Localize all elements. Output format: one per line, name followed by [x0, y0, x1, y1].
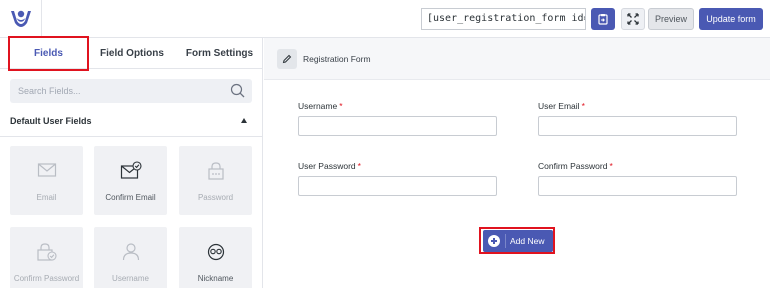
fields-tab-highlight [8, 36, 89, 71]
lock-icon [207, 162, 224, 180]
edit-form-title-button[interactable] [277, 49, 297, 69]
preview-button[interactable]: Preview [648, 8, 694, 30]
form-builder-canvas: Registration Form Username * User Email * … [264, 38, 770, 288]
required-marker: * [357, 161, 361, 171]
copy-shortcode-button[interactable] [591, 8, 615, 30]
user-email-input[interactable] [538, 116, 737, 136]
user-password-label: User Password * [298, 161, 361, 171]
lock-check-icon [36, 243, 57, 261]
user-icon [122, 243, 139, 261]
caret-up-icon[interactable] [241, 118, 247, 123]
required-marker: * [339, 101, 343, 111]
top-toolbar: [user_registration_form id="8"] Preview … [0, 0, 770, 38]
field-card-confirm-password[interactable]: Confirm Password [10, 227, 83, 288]
user-registration-logo-icon[interactable] [8, 6, 34, 32]
envelope-check-icon [120, 161, 142, 179]
shortcode-field[interactable]: [user_registration_form id="8"] [421, 8, 586, 30]
user-password-input[interactable] [298, 176, 497, 196]
field-card-nickname[interactable]: Nickname [179, 227, 252, 288]
pencil-icon [282, 54, 292, 64]
field-label: Email [36, 193, 57, 202]
search-input[interactable]: Search Fields... [18, 79, 81, 103]
add-new-highlight [479, 227, 555, 254]
field-label: Password [197, 193, 234, 202]
update-form-button[interactable]: Update form [699, 8, 763, 30]
search-fields[interactable]: Search Fields... [10, 79, 252, 103]
section-title: Default User Fields [10, 116, 92, 126]
fullscreen-button[interactable] [621, 8, 645, 30]
fields-sidebar: Fields Field Options Form Settings Searc… [0, 36, 263, 288]
form-title: Registration Form [303, 54, 371, 64]
clipboard-icon [598, 14, 608, 25]
divider [41, 0, 42, 38]
divider [0, 136, 263, 137]
search-icon [230, 83, 245, 98]
mask-icon [207, 243, 224, 261]
field-label: Confirm Password [13, 274, 80, 283]
tab-field-options[interactable]: Field Options [92, 38, 172, 69]
user-email-label: User Email * [538, 101, 585, 111]
envelope-icon [37, 163, 56, 177]
label-text: Username [298, 101, 338, 111]
field-label: Confirm Email [105, 193, 156, 202]
default-user-fields-header[interactable]: Default User Fields [10, 114, 252, 128]
field-label: Nickname [197, 274, 234, 283]
label-text: Confirm Password [538, 161, 608, 171]
field-label: Username [112, 274, 149, 283]
username-label: Username * [298, 101, 343, 111]
tab-form-settings[interactable]: Form Settings [178, 38, 261, 69]
label-text: User Email [538, 101, 580, 111]
field-card-confirm-email[interactable]: Confirm Email [94, 146, 167, 215]
fullscreen-icon [627, 13, 639, 25]
required-marker: * [609, 161, 613, 171]
field-card-password[interactable]: Password [179, 146, 252, 215]
confirm-password-input[interactable] [538, 176, 737, 196]
field-card-email[interactable]: Email [10, 146, 83, 215]
field-card-username[interactable]: Username [94, 227, 167, 288]
form-header: Registration Form [264, 38, 770, 80]
label-text: User Password [298, 161, 356, 171]
required-marker: * [581, 101, 585, 111]
confirm-password-label: Confirm Password * [538, 161, 613, 171]
username-input[interactable] [298, 116, 497, 136]
